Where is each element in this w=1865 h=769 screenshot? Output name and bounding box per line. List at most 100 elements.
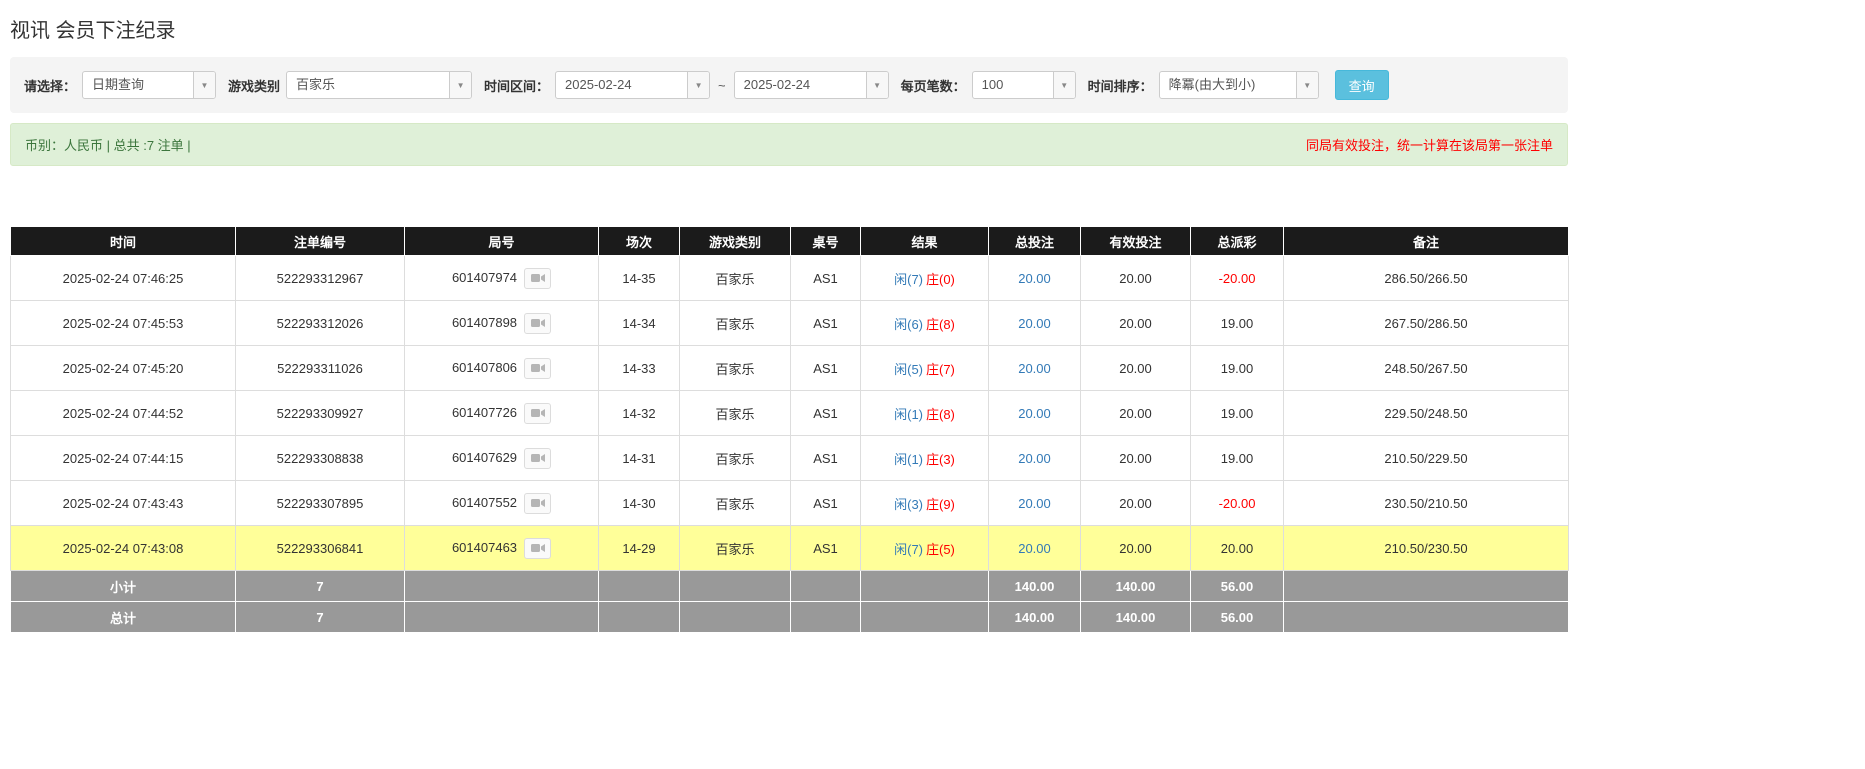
chevron-down-icon[interactable]: ▼ [1296,72,1318,98]
cell-table-no: AS1 [791,436,861,481]
round-number: 601407726 [452,404,517,419]
chevron-down-icon[interactable]: ▼ [193,72,215,98]
chevron-down-icon[interactable]: ▼ [687,72,709,98]
time-range-label: 时间区间： [484,76,549,95]
cell-bet-id: 522293312967 [236,256,405,301]
date-from-input[interactable]: 2025-02-24 ▼ [555,71,710,99]
cell-valid-bet: 20.00 [1081,256,1191,301]
game-type-label: 游戏类别 [228,76,280,95]
cell-total-bet[interactable]: 20.00 [989,301,1081,346]
round-number: 601407898 [452,314,517,329]
cell-total-bet[interactable]: 20.00 [989,481,1081,526]
date-to-input[interactable]: 2025-02-24 ▼ [734,71,889,99]
cell-table-no: AS1 [791,391,861,436]
video-replay-icon[interactable] [524,538,551,559]
cell-round: 601407552 [405,481,599,526]
video-replay-icon[interactable] [524,268,551,289]
cell-table-no: AS1 [791,481,861,526]
total-valid-bet: 140.00 [1081,602,1191,633]
header-table-no: 桌号 [791,227,861,256]
cell-time: 2025-02-24 07:43:43 [11,481,236,526]
cell-payout: 19.00 [1191,301,1284,346]
cell-payout: 19.00 [1191,391,1284,436]
cell-payout: 20.00 [1191,526,1284,571]
video-replay-icon[interactable] [524,493,551,514]
cell-total-bet[interactable]: 20.00 [989,436,1081,481]
cell-time: 2025-02-24 07:45:53 [11,301,236,346]
records-table: 时间 注单编号 局号 场次 游戏类别 桌号 结果 总投注 有效投注 总派彩 备注… [10,226,1569,633]
cell-bet-id: 522293311026 [236,346,405,391]
page-title: 视讯 会员下注纪录 [10,14,1568,43]
table-row: 2025-02-24 07:43:43 522293307895 6014075… [11,481,1569,526]
cell-valid-bet: 20.00 [1081,481,1191,526]
cell-total-bet[interactable]: 20.00 [989,256,1081,301]
video-replay-icon[interactable] [524,358,551,379]
subtotal-row: 小计 7 140.00 140.00 56.00 [11,571,1569,602]
page-size-label: 每页笔数： [901,76,966,95]
cell-valid-bet: 20.00 [1081,391,1191,436]
round-number: 601407463 [452,539,517,554]
page-size-group: 每页笔数： 100 ▼ [901,71,1076,99]
query-type-value: 日期查询 [83,72,193,98]
sort-select[interactable]: 降冪(由大到小) ▼ [1159,71,1319,99]
cell-result: 闲(7)庄(0) [861,256,989,301]
game-type-group: 游戏类别 百家乐 ▼ [228,71,472,99]
cell-total-bet[interactable]: 20.00 [989,346,1081,391]
chevron-down-icon[interactable]: ▼ [1053,72,1075,98]
cell-game-type: 百家乐 [680,256,791,301]
result-banker: 庄(8) [926,407,955,422]
cell-round: 601407898 [405,301,599,346]
round-number: 601407629 [452,449,517,464]
query-type-select[interactable]: 日期查询 ▼ [82,71,216,99]
cell-total-bet[interactable]: 20.00 [989,391,1081,436]
date-to-value: 2025-02-24 [735,72,866,98]
cell-note: 210.50/230.50 [1284,526,1569,571]
chevron-down-icon[interactable]: ▼ [866,72,888,98]
cell-note: 230.50/210.50 [1284,481,1569,526]
result-banker: 庄(7) [926,362,955,377]
header-note: 备注 [1284,227,1569,256]
page-size-select[interactable]: 100 ▼ [972,71,1076,99]
cell-table-no: AS1 [791,346,861,391]
total-label: 总计 [11,602,236,633]
cell-note: 267.50/286.50 [1284,301,1569,346]
chevron-down-icon[interactable]: ▼ [449,72,471,98]
page-size-value: 100 [973,72,1053,98]
cell-session: 14-33 [599,346,680,391]
total-total-bet: 140.00 [989,602,1081,633]
cell-game-type: 百家乐 [680,436,791,481]
cell-result: 闲(7)庄(5) [861,526,989,571]
game-type-select[interactable]: 百家乐 ▼ [286,71,472,99]
result-player: 闲(5) [894,362,923,377]
cell-session: 14-29 [599,526,680,571]
cell-time: 2025-02-24 07:44:15 [11,436,236,481]
cell-table-no: AS1 [791,301,861,346]
total-count: 7 [236,602,405,633]
cell-game-type: 百家乐 [680,301,791,346]
cell-total-bet[interactable]: 20.00 [989,526,1081,571]
table-row: 2025-02-24 07:44:52 522293309927 6014077… [11,391,1569,436]
round-number: 601407974 [452,269,517,284]
cell-payout: 19.00 [1191,346,1284,391]
cell-game-type: 百家乐 [680,526,791,571]
records-table-wrap: 时间 注单编号 局号 场次 游戏类别 桌号 结果 总投注 有效投注 总派彩 备注… [10,226,1568,633]
filter-bar: 请选择： 日期查询 ▼ 游戏类别 百家乐 ▼ 时间区间： 2025-02-24 … [10,57,1568,113]
cell-table-no: AS1 [791,256,861,301]
result-player: 闲(7) [894,272,923,287]
valid-bet-notice: 同局有效投注，统一计算在该局第一张注单 [1306,135,1553,154]
cell-session: 14-35 [599,256,680,301]
cell-bet-id: 522293308838 [236,436,405,481]
query-type-label: 请选择： [24,76,76,95]
result-banker: 庄(5) [926,542,955,557]
sort-group: 时间排序： 降冪(由大到小) ▼ [1088,71,1319,99]
video-replay-icon[interactable] [524,448,551,469]
cell-valid-bet: 20.00 [1081,436,1191,481]
video-replay-icon[interactable] [524,403,551,424]
header-round: 局号 [405,227,599,256]
video-replay-icon[interactable] [524,313,551,334]
search-button[interactable]: 查询 [1335,70,1389,100]
cell-note: 210.50/229.50 [1284,436,1569,481]
result-player: 闲(6) [894,317,923,332]
table-row: 2025-02-24 07:43:08 522293306841 6014074… [11,526,1569,571]
date-range-separator: ~ [716,78,728,93]
